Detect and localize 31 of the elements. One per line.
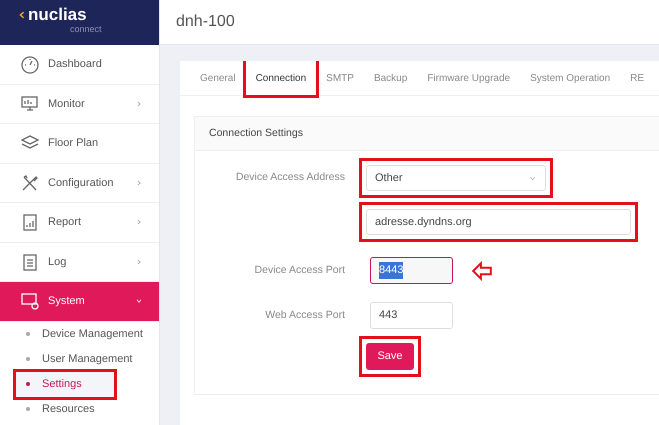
sidebar-subitem[interactable]: Device Management [0,322,159,346]
tools-icon [20,172,40,193]
address-dropdown[interactable]: Other [366,165,546,191]
gauge-icon [20,54,40,74]
sidebar-item[interactable]: Dashboard [0,45,159,84]
sidebar-item[interactable]: Floor Plan [0,124,159,164]
tab[interactable]: Firmware Upgrade [417,61,520,95]
page-title: dnh-100 [160,0,659,45]
sidebar-item[interactable]: Configuration [0,164,159,203]
sidebar-subitem[interactable]: Settings [16,372,114,396]
port-input-field[interactable]: 443 [370,302,453,329]
sidebar-subitem[interactable]: User Management [0,346,159,372]
panel-title: Connection Settings [195,117,659,151]
sidebar-item[interactable]: Monitor [0,84,159,124]
save-button[interactable]: Save [366,343,414,370]
tab[interactable]: RE [620,61,654,95]
sidebar-item[interactable]: Report [0,203,159,242]
field-label: Device Access Address [234,170,346,186]
field-label: Device Access Port [254,262,346,278]
sidebar-item[interactable]: System [0,282,159,322]
logo: nuclias connect [0,0,159,45]
tab[interactable]: Backup [364,61,418,95]
address-input-field[interactable]: adresse.dyndns.org [366,209,631,235]
tab[interactable]: General [190,61,246,95]
monitor-gear-icon [20,291,40,312]
sidebar-subitem[interactable]: Resources [0,396,159,422]
tab[interactable]: Connection [246,61,316,95]
tab[interactable]: SMTP [316,61,364,95]
port-input-field[interactable]: 8443 [370,257,453,284]
tab[interactable]: System Operation [520,61,620,95]
field-label: Web Access Port [264,308,346,323]
